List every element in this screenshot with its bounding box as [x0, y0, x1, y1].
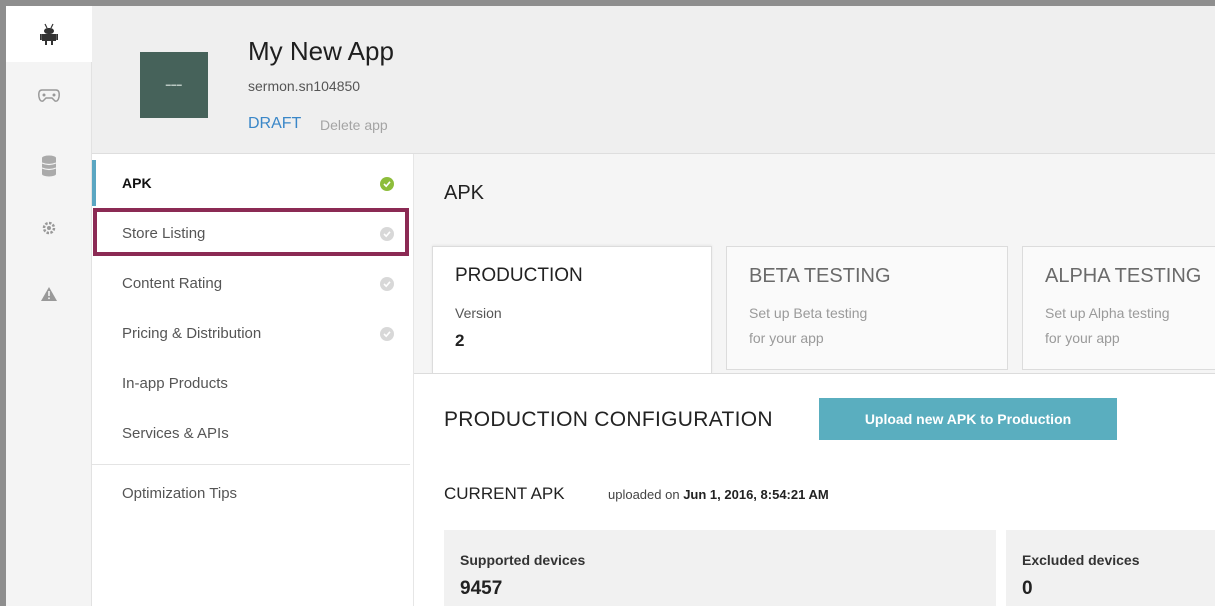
store-listing-highlight — [93, 208, 409, 256]
tab-title: ALPHA TESTING — [1045, 265, 1202, 287]
tab-description: Set up Alpha testing for your app — [1045, 301, 1170, 351]
stat-label: Excluded devices — [1022, 552, 1140, 568]
app-status-badge: DRAFT — [248, 115, 302, 132]
rail-item-data[interactable] — [6, 138, 92, 194]
alert-icon — [41, 287, 57, 301]
sidebar-item-pricing-distribution[interactable]: Pricing & Distribution — [92, 308, 414, 358]
tab-description-line: for your app — [749, 330, 824, 346]
rail-item-apps[interactable] — [6, 6, 92, 62]
sidebar-item-services-apis[interactable]: Services & APIs — [92, 408, 414, 458]
production-config-panel: PRODUCTION CONFIGURATION Upload new APK … — [414, 373, 1215, 606]
app-thumbnail: ▬▬▬ — [140, 52, 208, 118]
config-title: PRODUCTION CONFIGURATION — [444, 408, 773, 431]
current-apk-title: CURRENT APK — [444, 484, 565, 503]
app-thumbnail-logo: ▬▬▬ — [165, 82, 183, 88]
sidebar-item-label: In-app Products — [122, 374, 228, 392]
rail-item-settings[interactable] — [6, 200, 92, 256]
main-content: APK PRODUCTION Version 2 BETA TESTING Se… — [414, 154, 1215, 606]
tab-description-line: Set up Beta testing — [749, 305, 868, 321]
check-complete-icon — [380, 177, 394, 191]
sidebar-item-label: Optimization Tips — [122, 484, 238, 502]
supported-devices-card: Supported devices 9457 — [444, 530, 996, 606]
database-icon — [41, 155, 57, 177]
sidebar-item-optimization-tips[interactable]: Optimization Tips — [92, 468, 414, 518]
tab-title: BETA TESTING — [749, 265, 891, 287]
gear-icon — [42, 221, 56, 235]
app-header: ▬▬▬ My New App sermon.sn104850 DRAFT Del… — [92, 6, 1215, 154]
sidebar-divider — [92, 464, 410, 465]
tab-beta-testing[interactable]: BETA TESTING Set up Beta testing for you… — [726, 246, 1008, 370]
upload-prefix: uploaded on — [608, 487, 680, 502]
tab-title: PRODUCTION — [455, 265, 583, 286]
gamepad-icon — [38, 89, 60, 102]
tab-alpha-testing[interactable]: ALPHA TESTING Set up Alpha testing for y… — [1022, 246, 1215, 370]
tab-description-line: Set up Alpha testing — [1045, 305, 1170, 321]
upload-timestamp: uploaded on Jun 1, 2016, 8:54:21 AM — [608, 487, 829, 502]
sidebar-item-label: Content Rating — [122, 274, 223, 292]
tab-version-value: 2 — [455, 331, 465, 350]
app-package-name: sermon.sn104850 — [248, 78, 361, 94]
sidebar-nav: APK Store Listing Content Rating Pricing… — [92, 154, 414, 606]
android-icon — [40, 23, 58, 45]
rail-item-games[interactable] — [6, 68, 92, 124]
stat-value: 0 — [1022, 578, 1033, 599]
stat-value: 9457 — [460, 578, 503, 599]
page-title: APK — [444, 182, 485, 204]
tab-version-label: Version — [455, 305, 502, 321]
rail-item-alerts[interactable] — [6, 266, 92, 322]
check-pending-icon — [380, 277, 394, 291]
tab-production[interactable]: PRODUCTION Version 2 — [432, 246, 712, 374]
check-pending-icon — [380, 327, 394, 341]
tab-description-line: for your app — [1045, 330, 1120, 346]
upload-apk-button[interactable]: Upload new APK to Production — [819, 398, 1117, 440]
stat-label: Supported devices — [460, 552, 586, 568]
tab-description: Set up Beta testing for your app — [749, 301, 867, 351]
excluded-devices-card: Excluded devices 0 — [1006, 530, 1215, 606]
icon-rail — [6, 6, 92, 606]
sidebar-item-label: Services & APIs — [122, 424, 229, 442]
app-title: My New App — [248, 36, 394, 66]
sidebar-item-label: APK — [122, 175, 152, 191]
sidebar-item-label: Pricing & Distribution — [122, 324, 262, 342]
sidebar-item-content-rating[interactable]: Content Rating — [92, 258, 414, 308]
sidebar-item-apk[interactable]: APK — [92, 158, 414, 208]
sidebar-item-in-app-products[interactable]: In-app Products — [92, 358, 414, 408]
upload-date: Jun 1, 2016, 8:54:21 AM — [683, 487, 829, 502]
delete-app-link[interactable]: Delete app — [320, 117, 388, 133]
